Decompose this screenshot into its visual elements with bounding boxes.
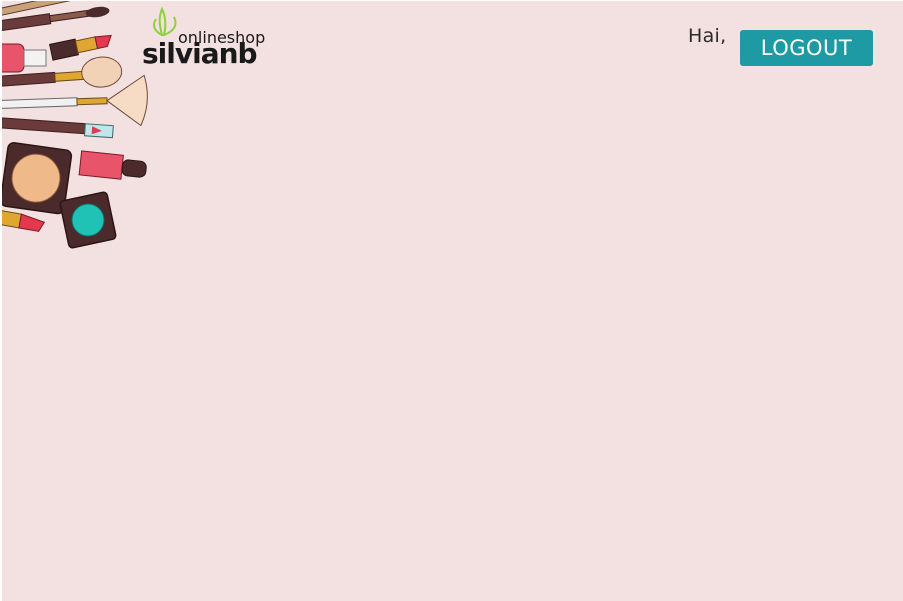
- greeting-text: Hai,: [688, 25, 727, 47]
- makeup-illustration-icon: [2, 1, 148, 249]
- logo-brand-name: silvianb: [142, 37, 257, 69]
- shop-logo[interactable]: onlineshop silvianb: [140, 5, 285, 69]
- page-background: onlineshop silvianb Hai, LOGOUT: [2, 1, 903, 601]
- logout-button[interactable]: LOGOUT: [740, 30, 873, 66]
